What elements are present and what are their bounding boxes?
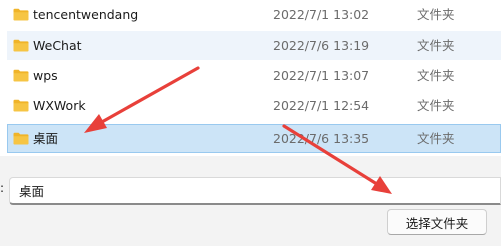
file-row-date: 2022/7/1 13:07 <box>273 68 370 83</box>
folder-icon <box>13 69 29 82</box>
folder-input[interactable] <box>9 177 501 205</box>
folder-field-label: : <box>0 181 5 195</box>
file-row-desktop[interactable]: 桌面 2022/7/6 13:35 文件夹 <box>7 124 501 153</box>
file-list: tencentwendang 2022/7/1 13:02 文件夹 WeChat… <box>0 0 501 156</box>
file-row-type: 文件夹 <box>417 7 455 22</box>
file-row-tencentwendang[interactable]: tencentwendang 2022/7/1 13:02 文件夹 <box>7 0 501 29</box>
file-row-wps[interactable]: wps 2022/7/1 13:07 文件夹 <box>7 61 501 90</box>
file-row-type: 文件夹 <box>417 98 455 113</box>
file-row-date: 2022/7/6 13:19 <box>273 38 370 53</box>
file-row-name: wps <box>33 68 58 83</box>
file-row-name: WeChat <box>33 38 82 53</box>
file-row-name: tencentwendang <box>33 7 139 22</box>
file-row-date: 2022/7/6 13:35 <box>273 131 370 146</box>
folder-icon <box>13 8 29 21</box>
file-row-name: WXWork <box>33 98 86 113</box>
folder-icon <box>13 39 29 52</box>
file-row-date: 2022/7/1 13:02 <box>273 7 370 22</box>
folder-icon <box>13 99 29 112</box>
file-row-date: 2022/7/1 12:54 <box>273 98 370 113</box>
file-row-type: 文件夹 <box>417 131 455 146</box>
select-folder-button[interactable]: 选择文件夹 <box>387 209 487 235</box>
file-row-type: 文件夹 <box>417 68 455 83</box>
file-row-name: 桌面 <box>33 131 59 146</box>
file-row-type: 文件夹 <box>417 38 455 53</box>
file-row-wechat[interactable]: WeChat 2022/7/6 13:19 文件夹 <box>7 31 501 60</box>
folder-icon <box>13 132 29 145</box>
folder-picker-dialog: tencentwendang 2022/7/1 13:02 文件夹 WeChat… <box>0 0 501 246</box>
file-row-wxwork[interactable]: WXWork 2022/7/1 12:54 文件夹 <box>7 91 501 120</box>
